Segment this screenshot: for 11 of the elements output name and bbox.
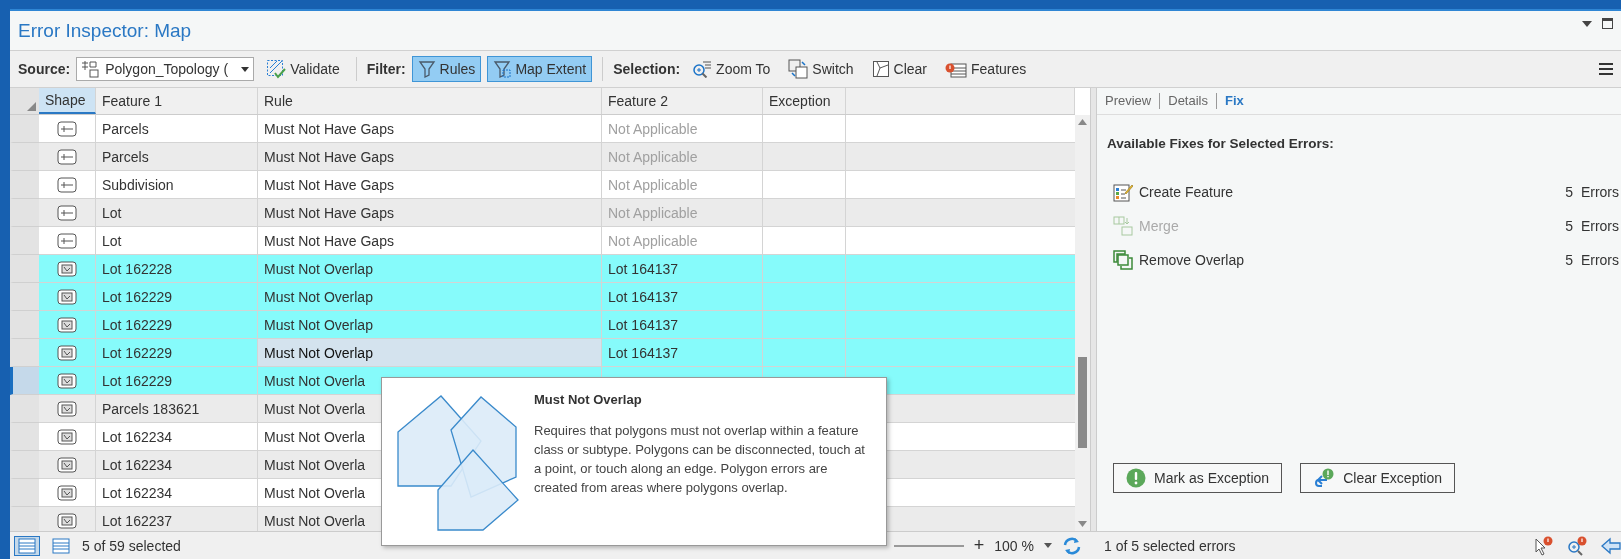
error-count: 5 Errors: [1565, 218, 1620, 234]
filter-label: Filter:: [366, 61, 406, 77]
table-cell: Must Not Overlap: [258, 339, 602, 367]
fixes-heading: Available Fixes for Selected Errors:: [1107, 136, 1335, 151]
selection-count: 5 of 59 selected: [82, 537, 181, 554]
window-title: Error Inspector: Map: [18, 19, 193, 42]
source-label: Source:: [18, 61, 71, 77]
selection-label: Selection:: [613, 61, 681, 77]
selected-errors-count: 1 of 5 selected errors: [1104, 537, 1237, 554]
error-count: 5 Errors: [1565, 252, 1620, 268]
error-count: 5 Errors: [1565, 184, 1620, 200]
